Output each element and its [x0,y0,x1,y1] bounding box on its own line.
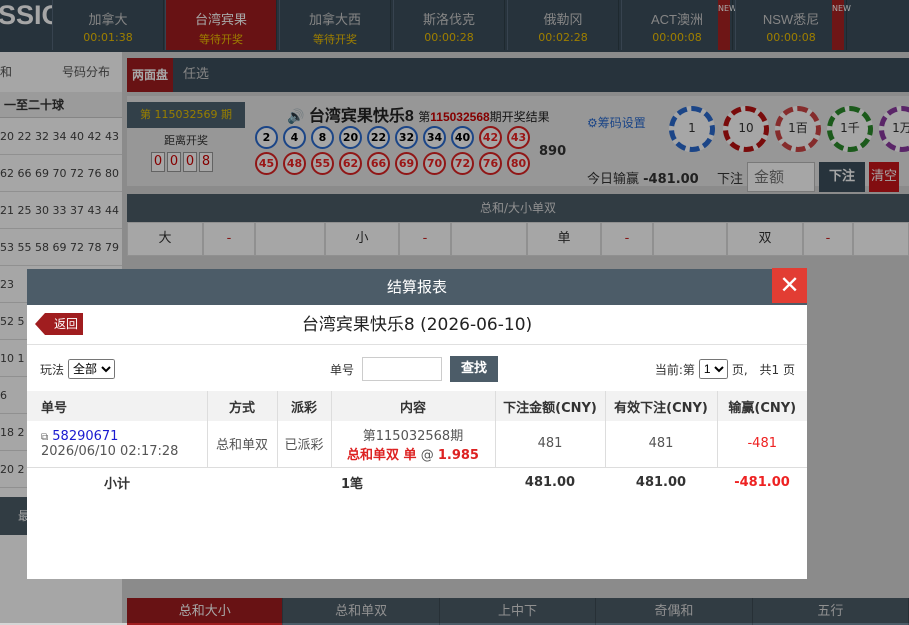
play-filter-label: 玩法 [40,362,65,377]
settlement-table: 单号 方式 派彩 内容 下注金额(CNY) 有效下注(CNY) 输赢(CNY) … [27,391,807,497]
col-win-loss: 输赢(CNY) [717,391,807,421]
col-order-no: 单号 [27,391,208,421]
play-filter-select[interactable]: 全部 [68,359,116,379]
copy-icon[interactable]: ⧉ [41,432,48,443]
table-row: ⧉ 58290671 2026/06/10 02:17:28 总和单双 已派彩 第… [27,421,807,468]
col-payout: 派彩 [277,391,332,421]
filter-bar: 玩法 全部 单号 查找 当前:第 1 页, 共1 页 [27,349,807,389]
order-no-input[interactable] [362,357,443,381]
settlement-report-modal: 结算报表 ✕ 返回 台湾宾果快乐8 (2026-06-10) 玩法 全部 单号 … [27,268,807,579]
col-content: 内容 [331,391,496,421]
order-no-label: 单号 [330,362,355,377]
back-button[interactable]: 返回 [35,313,83,335]
page-select[interactable]: 1 [698,359,728,379]
modal-header: 结算报表 ✕ [27,268,807,305]
col-method: 方式 [207,391,278,421]
order-no-link[interactable]: 58290671 [52,429,118,444]
subtotal-row: 小计 1笔 481.00 481.00 -481.00 [103,474,790,492]
col-bet-amount: 下注金额(CNY) [495,391,606,421]
modal-title: 返回 台湾宾果快乐8 (2026-06-10) [27,305,807,345]
col-valid-bet: 有效下注(CNY) [605,391,718,421]
search-button[interactable]: 查找 [450,356,499,382]
close-icon[interactable]: ✕ [772,268,807,303]
